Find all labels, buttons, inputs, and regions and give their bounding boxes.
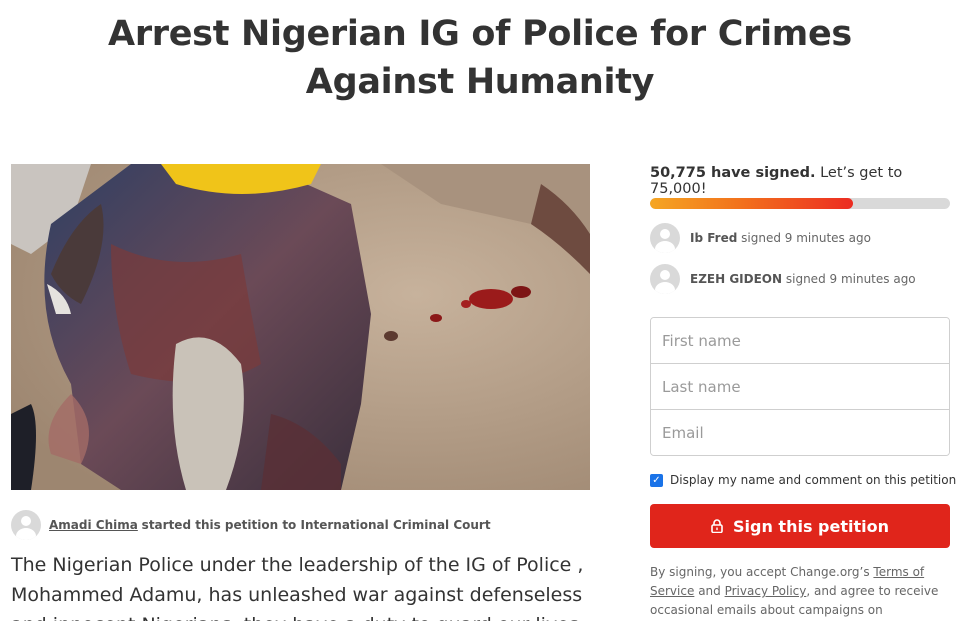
signer-time: signed 9 minutes ago	[741, 231, 871, 245]
email-input[interactable]	[651, 410, 949, 455]
petition-title: Arrest Nigerian IG of Police for Crimes …	[108, 14, 852, 102]
signer-time: signed 9 minutes ago	[785, 272, 916, 286]
petition-body: The Nigerian Police under the leadership…	[11, 554, 584, 621]
display-consent: ✓ Display my name and comment on this pe…	[650, 470, 956, 490]
recent-signer: EZEH GIDEON signed 9 minutes ago	[650, 264, 916, 294]
terms-and: and	[698, 584, 721, 598]
petition-photo	[11, 164, 590, 490]
petition-photo-image	[11, 164, 590, 490]
petition-starter: Amadi Chima started this petition to Int…	[11, 510, 491, 540]
signed-count-text: 50,775 have signed.	[650, 165, 816, 181]
signature-progress-bar	[650, 198, 950, 209]
starter-description: started this petition to International C…	[141, 518, 491, 532]
privacy-policy-link[interactable]: Privacy Policy	[725, 584, 807, 598]
terms-prefix: By signing, you accept Change.org’s	[650, 565, 870, 579]
starter-name-link[interactable]: Amadi Chima	[49, 518, 138, 532]
terms-notice: By signing, you accept Change.org’s Term…	[650, 563, 950, 621]
recent-signer: Ib Fred signed 9 minutes ago	[650, 223, 871, 253]
sign-petition-button[interactable]: Sign this petition	[650, 504, 950, 548]
signer-name: EZEH GIDEON	[690, 272, 783, 286]
starter-avatar	[11, 510, 41, 540]
display-consent-checkbox[interactable]: ✓	[650, 473, 663, 487]
petition-page: Arrest Nigerian IG of Police for Crimes …	[0, 0, 957, 621]
signer-name: Ib Fred	[690, 231, 738, 245]
signer-avatar	[650, 264, 680, 294]
first-name-input[interactable]	[651, 318, 949, 364]
signer-avatar	[650, 223, 680, 253]
lock-icon	[711, 519, 723, 533]
signature-count: 50,775 have signed. Let’s get to 75,000!	[650, 165, 950, 197]
sign-petition-label: Sign this petition	[733, 516, 889, 536]
last-name-input[interactable]	[651, 364, 949, 410]
sign-form	[650, 317, 950, 456]
display-consent-label: Display my name and comment on this peti…	[670, 473, 957, 487]
signature-progress-fill	[650, 198, 854, 209]
